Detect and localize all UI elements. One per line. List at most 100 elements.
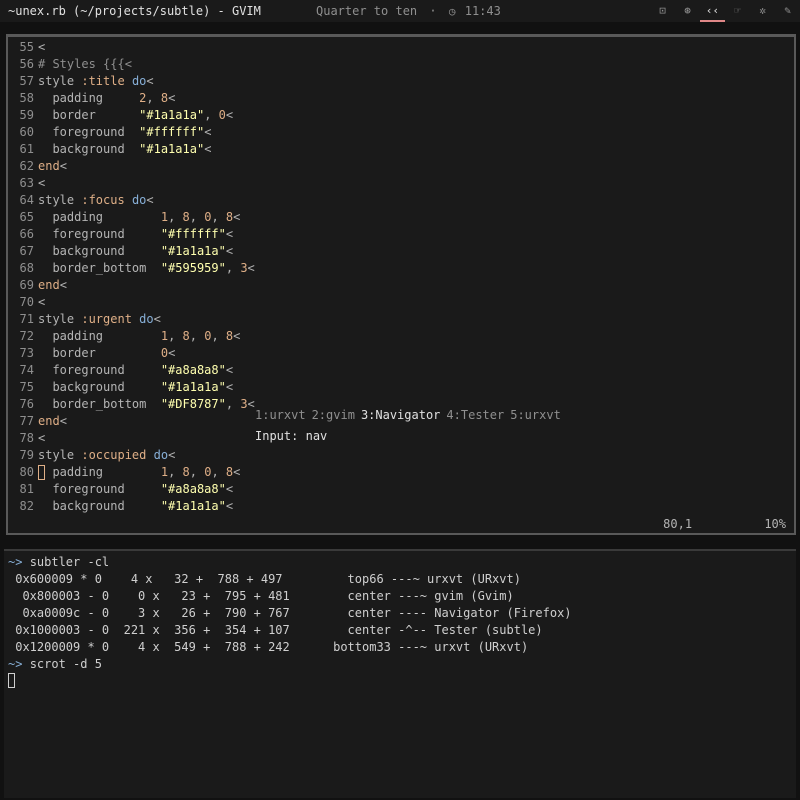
editor-line[interactable]: 70 < — [8, 294, 794, 311]
line-number: 69 — [19, 278, 34, 292]
launcher-view-item[interactable]: 3:Navigator — [361, 408, 440, 422]
editor-line[interactable]: 74 foreground "#a8a8a8"< — [8, 362, 794, 379]
hand-icon[interactable]: ☞ — [725, 0, 750, 22]
editor-line[interactable]: 72 padding 1, 8, 0, 8< — [8, 328, 794, 345]
client-row: 0x800003 - 0 0 x 23 + 795 + 481 center -… — [8, 589, 514, 603]
line-text: style :focus do< — [38, 193, 154, 207]
editor-line[interactable]: 71 style :urgent do< — [8, 311, 794, 328]
editor-line[interactable]: 75 background "#1a1a1a"< — [8, 379, 794, 396]
editor-line[interactable]: 61 background "#1a1a1a"< — [8, 141, 794, 158]
editor-line[interactable]: 69 end< — [8, 277, 794, 294]
line-number: 61 — [19, 142, 34, 156]
line-text: foreground "#a8a8a8"< — [38, 482, 234, 496]
terminal-cursor — [8, 673, 15, 688]
editor-line[interactable]: 82 background "#1a1a1a"< — [8, 498, 794, 515]
line-text: < — [38, 176, 46, 190]
editor-line[interactable]: 56 # Styles {{{< — [8, 56, 794, 73]
line-text: foreground "#ffffff"< — [38, 125, 212, 139]
line-text: padding 1, 8, 0, 8< — [38, 210, 241, 224]
line-text: style :occupied do< — [38, 448, 176, 462]
editor-line[interactable]: 79 style :occupied do< — [8, 447, 794, 464]
clock: Quarter to ten · ◷ 11:43 — [316, 4, 501, 18]
line-number: 73 — [19, 346, 34, 360]
view-list: ⊡ ⊛ ‹‹ ☞ ✲ ✎ — [650, 0, 800, 22]
line-number: 57 — [19, 74, 34, 88]
editor-line[interactable]: 73 border 0< — [8, 345, 794, 362]
launcher-view-item[interactable]: 1:urxvt — [255, 408, 306, 422]
editor-line[interactable]: 66 foreground "#ffffff"< — [8, 226, 794, 243]
gvim-window[interactable]: 55 <56 # Styles {{{< 57 style :title do< 58 p… — [6, 34, 796, 535]
cursor-position: 80,1 — [663, 517, 693, 531]
launcher-view-item[interactable]: 2:gvim — [312, 408, 355, 422]
launcher-view-item[interactable]: 5:urxvt — [510, 408, 561, 422]
line-number: 79 — [19, 448, 34, 462]
pencil-icon[interactable]: ✎ — [775, 0, 800, 22]
line-text: border_bottom "#DF8787", 3< — [38, 397, 255, 411]
scroll-percent: 10% — [764, 517, 786, 531]
command: scrot -d 5 — [29, 657, 102, 671]
line-text: < — [38, 295, 46, 309]
client-list: 0x600009 * 0 4 x 32 + 788 + 497 top66 --… — [4, 571, 796, 656]
editor-line[interactable]: 60 foreground "#ffffff"< — [8, 124, 794, 141]
line-number: 74 — [19, 363, 34, 377]
clock-time: 11:43 — [464, 4, 501, 18]
editor-line[interactable]: 57 style :title do< — [8, 73, 794, 90]
launcher-input[interactable]: nav — [306, 429, 328, 443]
editor-cursor — [38, 465, 45, 480]
line-text: border 0< — [38, 346, 176, 360]
line-text: padding 1, 8, 0, 8< — [38, 465, 241, 479]
terminal-line: ~> subtler -cl — [4, 554, 796, 571]
terminal-line: ~> scrot -d 5 — [4, 656, 796, 673]
line-text: < — [38, 40, 46, 54]
line-number: 59 — [19, 108, 34, 122]
line-text: background "#1a1a1a"< — [38, 244, 234, 258]
client-row: 0x1000003 - 0 221 x 356 + 354 + 107 cent… — [8, 623, 543, 637]
line-number: 82 — [19, 499, 34, 513]
prompt: ~> — [8, 555, 23, 569]
line-number: 81 — [19, 482, 34, 496]
client-row: 0x600009 * 0 4 x 32 + 788 + 497 top66 --… — [8, 572, 521, 586]
bug-icon[interactable]: ✲ — [750, 0, 775, 22]
top-panel: ~unex.rb (~/projects/subtle) - GVIM Quar… — [0, 0, 800, 22]
line-number: 62 — [19, 159, 34, 173]
terminal-input-line[interactable] — [4, 673, 796, 690]
line-text: background "#1a1a1a"< — [38, 142, 212, 156]
browser-icon[interactable]: ⊛ — [675, 0, 700, 22]
line-number: 70 — [19, 295, 34, 309]
line-text: foreground "#a8a8a8"< — [38, 363, 234, 377]
terminal-icon[interactable]: ⊡ — [650, 0, 675, 22]
line-text: < — [38, 431, 46, 445]
editor-line[interactable]: 55 < — [8, 39, 794, 56]
launcher-input-row[interactable]: Input: nav — [255, 426, 567, 447]
editor-line[interactable]: 80 padding 1, 8, 0, 8< — [8, 464, 794, 481]
editor-line[interactable]: 58 padding 2, 8< — [8, 90, 794, 107]
client-row: 0x1200009 * 0 4 x 549 + 788 + 242 bottom… — [8, 640, 529, 654]
line-number: 67 — [19, 244, 34, 258]
editor-line[interactable]: 81 foreground "#a8a8a8"< — [8, 481, 794, 498]
line-number: 58 — [19, 91, 34, 105]
terminal-window[interactable]: ~> subtler -cl 0x600009 * 0 4 x 32 + 788… — [4, 549, 796, 798]
line-text: style :urgent do< — [38, 312, 161, 326]
launcher-view-item[interactable]: 4:Tester — [446, 408, 504, 422]
client-row: 0xa0009c - 0 3 x 26 + 790 + 767 center -… — [8, 606, 572, 620]
line-number: 63 — [19, 176, 34, 190]
line-text: background "#1a1a1a"< — [38, 499, 234, 513]
prompt: ~> — [8, 657, 23, 671]
line-text: end< — [38, 414, 67, 428]
quote-icon[interactable]: ‹‹ — [700, 0, 725, 22]
editor-line[interactable]: 68 border_bottom "#595959", 3< — [8, 260, 794, 277]
editor-line[interactable]: 64 style :focus do< — [8, 192, 794, 209]
editor-line[interactable]: 62 end< — [8, 158, 794, 175]
editor-line[interactable]: 65 padding 1, 8, 0, 8< — [8, 209, 794, 226]
line-number: 72 — [19, 329, 34, 343]
line-number: 71 — [19, 312, 34, 326]
command: subtler -cl — [29, 555, 110, 569]
separator: · — [429, 4, 437, 18]
line-number: 75 — [19, 380, 34, 394]
line-number: 76 — [19, 397, 34, 411]
line-text: end< — [38, 278, 67, 292]
editor-line[interactable]: 67 background "#1a1a1a"< — [8, 243, 794, 260]
editor-line[interactable]: 59 border "#1a1a1a", 0< — [8, 107, 794, 124]
line-text: padding 1, 8, 0, 8< — [38, 329, 241, 343]
editor-line[interactable]: 63 < — [8, 175, 794, 192]
